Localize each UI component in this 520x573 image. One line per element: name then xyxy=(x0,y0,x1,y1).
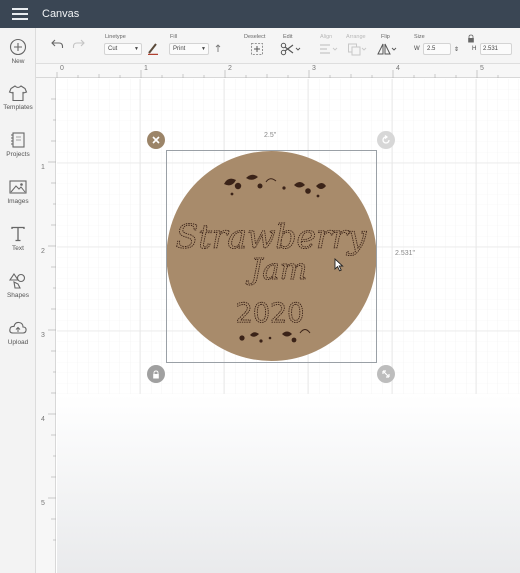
tshirt-icon xyxy=(8,85,28,102)
ruler-number: 1 xyxy=(41,164,45,171)
selection-box[interactable] xyxy=(166,150,377,363)
print-settings-icon[interactable] xyxy=(214,42,222,54)
text-icon xyxy=(11,226,25,242)
ruler-number: 5 xyxy=(480,65,484,72)
scissors-icon[interactable] xyxy=(280,42,302,56)
align-label: Align xyxy=(320,34,333,40)
selection-height-label: 2.531" xyxy=(395,250,416,257)
menu-icon[interactable] xyxy=(0,0,40,28)
pen-color-icon[interactable] xyxy=(147,41,159,55)
sidebar-item-label: New xyxy=(11,58,25,65)
redo-icon[interactable] xyxy=(72,38,86,50)
chevron-down-icon: ▼ xyxy=(134,46,139,52)
undo-icon[interactable] xyxy=(50,38,64,50)
lock-handle[interactable] xyxy=(147,365,165,383)
sidebar-item-templates[interactable]: Templates xyxy=(0,84,36,128)
fill-label: Fill xyxy=(170,34,178,40)
width-prefix: W xyxy=(414,46,420,52)
canvas-fade xyxy=(57,394,520,573)
resize-icon xyxy=(382,370,390,378)
edit-label: Edit xyxy=(283,34,293,40)
title-bar: Canvas xyxy=(0,0,520,28)
sidebar-item-upload[interactable]: Upload xyxy=(0,319,36,363)
resize-handle[interactable] xyxy=(377,365,395,383)
deselect-icon[interactable] xyxy=(250,42,264,56)
ruler-top: 0 1 2 3 4 5 xyxy=(36,64,520,78)
flip-label: Flip xyxy=(381,34,390,40)
ruler-number: 5 xyxy=(41,500,45,507)
cursor-icon xyxy=(334,258,344,272)
delete-handle[interactable] xyxy=(147,131,165,149)
plus-icon xyxy=(9,38,27,56)
sidebar-item-label: Text xyxy=(12,245,24,252)
linetype-value: Cut xyxy=(108,46,118,52)
sidebar-item-images[interactable]: Images xyxy=(0,178,36,222)
width-stepper[interactable]: ⇕ xyxy=(454,46,459,53)
chevron-down-icon: ▼ xyxy=(201,46,206,52)
shapes-icon xyxy=(8,273,26,289)
sidebar-item-label: Upload xyxy=(7,339,29,346)
ruler-number: 0 xyxy=(60,65,64,72)
left-sidebar: New Templates Projects Images Text Shape… xyxy=(0,28,36,573)
sidebar-item-label: Templates xyxy=(3,104,33,111)
sidebar-item-text[interactable]: Text xyxy=(0,225,36,269)
arrange-icon[interactable] xyxy=(347,42,369,56)
ruler-number: 2 xyxy=(228,65,232,72)
close-icon xyxy=(152,136,160,144)
height-value: 2.531 xyxy=(483,46,499,52)
selection-width-label: 2.5" xyxy=(264,132,277,139)
ruler-number: 3 xyxy=(312,65,316,72)
ruler-number: 3 xyxy=(41,332,45,339)
upload-icon xyxy=(9,321,27,334)
fill-value: Print xyxy=(173,46,186,52)
ruler-number: 2 xyxy=(41,248,45,255)
ruler-number: 4 xyxy=(396,65,400,72)
height-prefix: H xyxy=(472,46,477,52)
sidebar-item-label: Projects xyxy=(6,151,30,158)
image-icon xyxy=(9,180,27,194)
align-icon[interactable] xyxy=(318,42,340,56)
lock-icon xyxy=(153,370,159,378)
toolbar: Linetype Cut ▼ Fill Print ▼ Deselect Edi… xyxy=(36,28,520,64)
deselect-label: Deselect xyxy=(244,34,266,40)
width-value: 2.5 xyxy=(427,46,436,52)
linetype-label: Linetype xyxy=(105,34,126,40)
flip-icon[interactable] xyxy=(376,42,398,56)
sidebar-item-label: Images xyxy=(7,198,29,205)
arrange-label: Arrange xyxy=(346,34,366,40)
size-label: Size xyxy=(414,34,425,40)
ruler-left: 1 2 3 4 5 xyxy=(36,78,56,573)
projects-icon xyxy=(11,132,25,148)
app-title: Canvas xyxy=(42,8,80,20)
rotate-handle[interactable] xyxy=(377,131,395,149)
rotate-icon xyxy=(382,135,390,144)
canvas-area[interactable]: 0 1 2 3 4 5 1 2 3 4 5 2.5" 2.531" Strawb… xyxy=(36,64,520,573)
ruler-number: 1 xyxy=(144,65,148,72)
ruler-number: 4 xyxy=(41,416,45,423)
sidebar-item-label: Shapes xyxy=(6,292,30,299)
sidebar-item-projects[interactable]: Projects xyxy=(0,131,36,175)
sidebar-item-shapes[interactable]: Shapes xyxy=(0,272,36,316)
lock-icon[interactable] xyxy=(467,34,475,43)
sidebar-item-new[interactable]: New xyxy=(0,38,36,82)
